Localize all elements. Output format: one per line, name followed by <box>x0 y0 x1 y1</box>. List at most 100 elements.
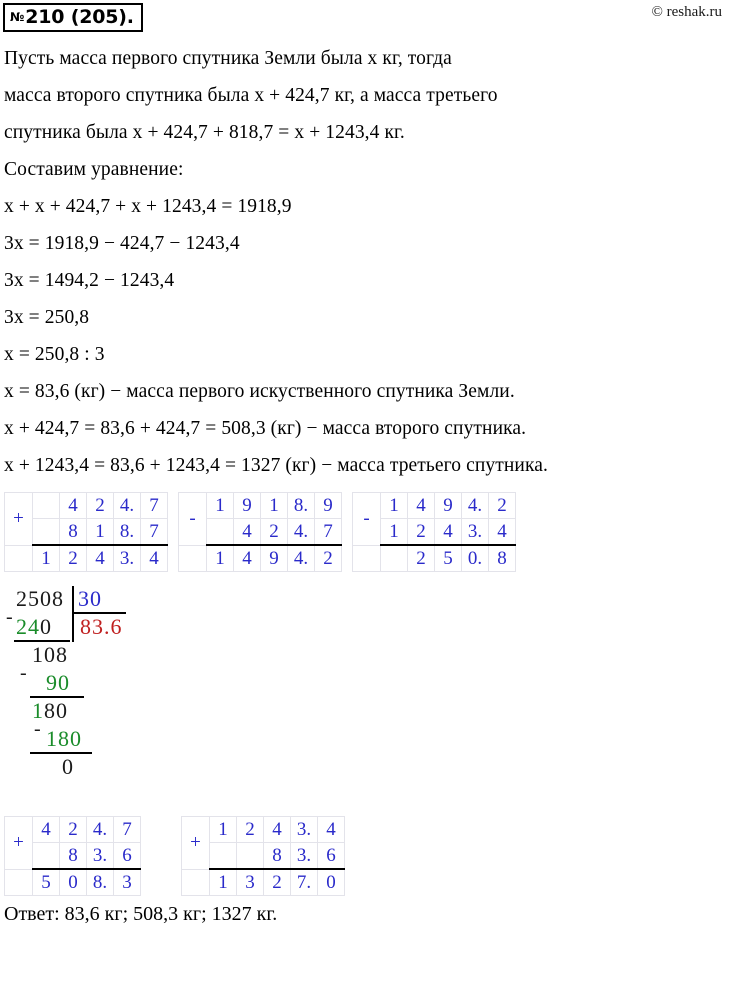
operator-spacer-cell <box>178 544 207 572</box>
digit-cell: 5 <box>434 544 462 572</box>
digit-cell: 3. <box>86 842 114 870</box>
digit-cell: 1 <box>32 544 60 572</box>
watermark: © reshak.ru <box>651 4 722 20</box>
digit-cell: 9 <box>434 492 462 519</box>
digit-cell: 8. <box>86 868 114 896</box>
result-row: 1 4 9 4. 2 <box>178 544 342 572</box>
column-arithmetic-row-2: +4 2 4. 7 8 3. 6 5 0 8. 3 +1 2 4 3. 4 8 3. 6 1 3 2 7. 0 <box>0 816 730 896</box>
solution-line: 3x = 1494,2 − 1243,4 <box>4 270 175 291</box>
digit-cell: 1 <box>380 492 408 519</box>
remainder-2-first: 1 <box>32 698 44 723</box>
digit-cell: 4. <box>113 492 141 519</box>
solution-line: Пусть масса первого спутника Земли была … <box>4 48 452 69</box>
division-subtrahend-1: 240 <box>16 614 52 640</box>
operator-cell: + <box>181 816 210 870</box>
digit-cell: 1 <box>380 518 408 546</box>
addition-424-7-plus-83-6: +4 2 4. 7 8 3. 6 5 0 8. 3 <box>4 816 141 896</box>
solution-line: масса второго спутника была x + 424,7 кг… <box>4 85 498 106</box>
addition-1243-4-plus-83-6: +1 2 4 3. 4 8 3. 6 1 3 2 7. 0 <box>181 816 345 896</box>
digit-cell: 4 <box>407 492 435 519</box>
digit-cell: 2 <box>236 816 264 843</box>
digit-cell: 9 <box>260 544 288 572</box>
digit-cell: 8 <box>263 842 291 870</box>
digit-cell: 4 <box>59 492 87 519</box>
operand-row: +1 2 4 3. 4 <box>181 816 345 870</box>
division-remainder-1: 108 <box>32 642 68 667</box>
digit-cell: 7 <box>140 492 168 519</box>
digit-cell: 2 <box>407 518 435 546</box>
division-subtrahend-2: 90 <box>46 670 70 695</box>
digit-cell: 1 <box>260 492 288 519</box>
answer-line: Ответ: 83,6 кг; 508,3 кг; 1327 кг. <box>4 903 278 925</box>
digit-cell <box>32 492 60 519</box>
result-row: 1 2 4 3. 4 <box>4 544 168 572</box>
minus-sign: - <box>6 606 13 628</box>
digit-cell: 1 <box>209 868 237 896</box>
operator-spacer-cell <box>4 868 33 896</box>
digit-cell: 2 <box>260 518 288 546</box>
digit-cell: 3 <box>236 868 264 896</box>
quotient-rest: 3.6 <box>92 614 123 639</box>
division-remainder-2: 180 <box>32 698 68 724</box>
digit-cell: 4 <box>434 518 462 546</box>
addition-424-7-plus-818-7: +4 2 4. 7 8 1 8. 7 1 2 4 3. 4 <box>4 492 168 572</box>
digit-cell: 4. <box>86 816 114 843</box>
digit-cell: 4 <box>86 544 114 572</box>
remainder-2-rest: 80 <box>44 698 68 723</box>
division-final-remainder: 0 <box>62 754 74 779</box>
numero-icon: № <box>10 10 25 24</box>
operator-spacer-cell <box>352 544 381 572</box>
solution-text: Пусть масса первого спутника Земли была … <box>0 34 730 484</box>
digit-cell: 7 <box>113 816 141 843</box>
solution-line: x = 83,6 (кг) − масса первого искуственн… <box>4 381 515 402</box>
digit-cell: 1 <box>86 518 114 546</box>
digit-cell: 9 <box>233 492 261 519</box>
operator-spacer-cell <box>181 868 210 896</box>
digit-cell: 2 <box>263 868 291 896</box>
digit-cell: 7. <box>290 868 318 896</box>
task-number-label: 210 (205). <box>25 6 134 28</box>
result-row: 1 3 2 7. 0 <box>181 868 345 896</box>
digit-cell: 2 <box>59 816 87 843</box>
result-row: 2 5 0. 8 <box>352 544 516 572</box>
digit-cell <box>236 842 264 870</box>
division-bar-3 <box>30 752 92 754</box>
digit-cell: 4 <box>32 816 60 843</box>
calc-tables-group: +4 2 4. 7 8 3. 6 5 0 8. 3 +1 2 4 3. 4 8 3. 6 1 3 2 7. 0 <box>4 816 730 896</box>
division-vertical-rule <box>72 586 74 642</box>
solution-line: спутника была x + 424,7 + 818,7 = x + 12… <box>4 122 405 143</box>
digit-cell: 5 <box>32 868 60 896</box>
operand-row: -1 4 9 4. 2 <box>352 492 516 546</box>
result-row: 5 0 8. 3 <box>4 868 141 896</box>
digit-cell <box>32 518 60 546</box>
subtrahend-1-digits: 24 <box>16 614 40 639</box>
operand-row: +4 2 4. 7 <box>4 816 141 870</box>
operand-row: +4 2 4. 7 <box>4 492 168 546</box>
digit-cell: 2 <box>86 492 114 519</box>
digit-cell: 6 <box>317 842 345 870</box>
digit-cell: 2 <box>59 544 87 572</box>
solution-line: x + 1243,4 = 83,6 + 1243,4 = 1327 (кг) −… <box>4 455 548 476</box>
digit-cell <box>206 518 234 546</box>
digit-cell: 7 <box>314 518 342 546</box>
digit-cell: 0. <box>461 544 489 572</box>
digit-cell: 8 <box>59 518 87 546</box>
long-division-2508-by-30: - - - 2508 30 83.6 240 108 90 180 180 0 <box>6 586 730 786</box>
digit-cell: 3. <box>290 816 318 843</box>
digit-cell: 8 <box>488 544 516 572</box>
subtraction-1918-9-minus-424-7: -1 9 1 8. 9 4 2 4. 7 1 4 9 4. 2 <box>178 492 342 572</box>
quotient: 83.6 <box>80 614 123 640</box>
digit-cell: 4. <box>287 544 315 572</box>
operator-spacer-cell <box>4 544 33 572</box>
digit-cell: 2 <box>314 544 342 572</box>
digit-cell: 6 <box>113 842 141 870</box>
digit-cell: 7 <box>140 518 168 546</box>
digit-cell: 4 <box>140 544 168 572</box>
digit-cell: 3. <box>113 544 141 572</box>
digit-cell: 3 <box>113 868 141 896</box>
digit-cell: 8 <box>59 842 87 870</box>
solution-line: x = 250,8 : 3 <box>4 344 105 365</box>
operator-cell: - <box>178 492 207 546</box>
solution-line: Составим уравнение: <box>4 159 184 180</box>
digit-cell: 4. <box>461 492 489 519</box>
